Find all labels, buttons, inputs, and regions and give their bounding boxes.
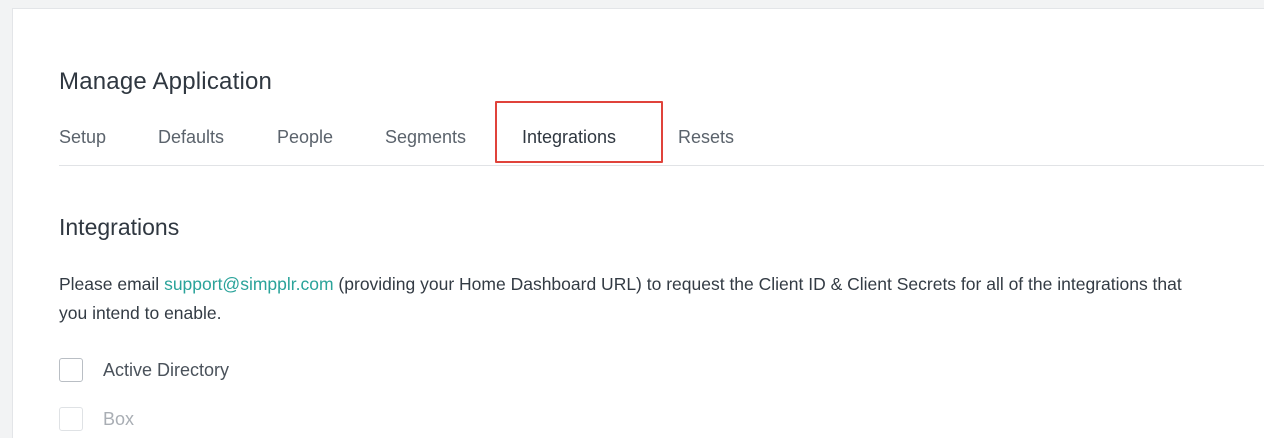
section-title: Integrations xyxy=(59,214,180,240)
tab-bar: Setup Defaults People Segments Integrati… xyxy=(59,121,1264,166)
page-title: Manage Application xyxy=(59,68,273,95)
active-directory-checkbox[interactable] xyxy=(59,358,83,382)
tab-defaults[interactable]: Defaults xyxy=(158,127,224,148)
tab-setup[interactable]: Setup xyxy=(59,127,106,148)
active-directory-label: Active Directory xyxy=(103,359,230,380)
tab-integrations[interactable]: Integrations xyxy=(522,127,616,148)
description-text-before: Please email xyxy=(59,274,165,294)
integration-instructions: Please email support@simpplr.com (provid… xyxy=(59,270,1209,328)
box-label: Box xyxy=(103,408,135,429)
tab-resets[interactable]: Resets xyxy=(678,127,734,148)
integration-row-active-directory: Active Directory xyxy=(59,358,229,382)
box-checkbox[interactable] xyxy=(59,407,83,431)
tab-segments[interactable]: Segments xyxy=(385,127,466,148)
integration-row-box: Box xyxy=(59,407,134,431)
manage-application-card: Manage Application Setup Defaults People… xyxy=(12,8,1264,438)
support-email-link[interactable]: support@simpplr.com xyxy=(164,274,334,294)
tab-people[interactable]: People xyxy=(277,127,333,148)
